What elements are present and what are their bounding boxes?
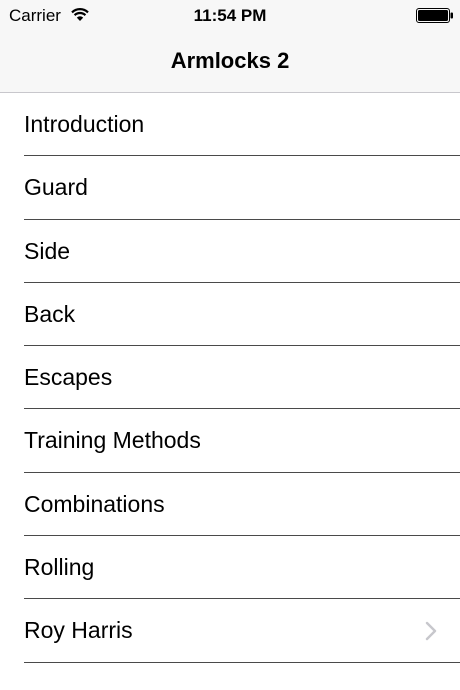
list-item-label: Rolling bbox=[24, 554, 95, 581]
list-item-label: Roy Harris bbox=[24, 617, 133, 644]
list-item-side[interactable]: Side bbox=[0, 219, 460, 283]
list-item-label: Escapes bbox=[24, 364, 113, 391]
list-item-label: Combinations bbox=[24, 490, 165, 517]
navigation-bar: Armlocks 2 bbox=[0, 30, 460, 93]
menu-list: Introduction Guard Side Back Escapes Tra… bbox=[0, 93, 460, 663]
row-separator bbox=[24, 661, 460, 663]
list-item-back[interactable]: Back bbox=[0, 282, 460, 347]
list-item-label: Guard bbox=[24, 174, 88, 201]
list-item-escapes[interactable]: Escapes bbox=[0, 346, 460, 410]
list-item-rolling[interactable]: Rolling bbox=[0, 536, 460, 600]
list-item-training-methods[interactable]: Training Methods bbox=[0, 409, 460, 473]
page-title: Armlocks 2 bbox=[170, 48, 290, 73]
list-item-label: Training Methods bbox=[24, 427, 201, 454]
list-item-combinations[interactable]: Combinations bbox=[0, 472, 460, 537]
list-item-label: Back bbox=[24, 300, 76, 327]
status-time: 11:54 PM bbox=[193, 6, 267, 25]
list-item-guard[interactable]: Guard bbox=[0, 156, 460, 220]
list-item-introduction[interactable]: Introduction bbox=[0, 93, 460, 157]
battery-icon bbox=[416, 8, 453, 23]
list-item-label: Introduction bbox=[24, 111, 145, 137]
list-item-roy-harris[interactable]: Roy Harris bbox=[0, 599, 460, 663]
chevron-right-icon bbox=[425, 622, 437, 641]
status-bar: Carrier 11:54 PM bbox=[0, 0, 460, 30]
list-item-label: Side bbox=[24, 237, 71, 264]
